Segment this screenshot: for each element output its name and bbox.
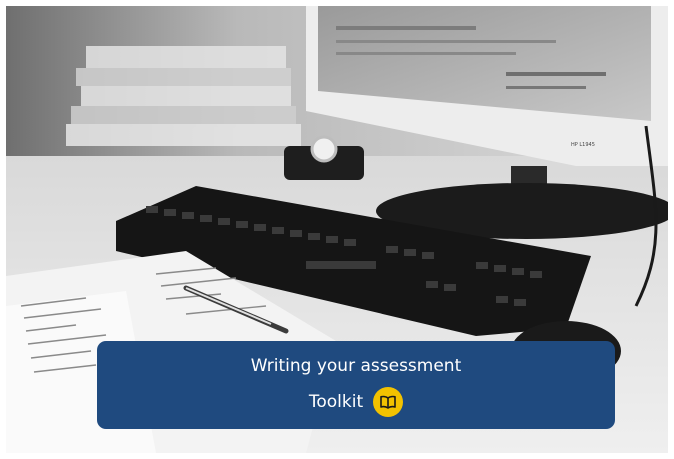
open-book-icon[interactable]: [373, 387, 404, 417]
banner-title: Writing your assessment: [250, 356, 462, 376]
paper-stack: [66, 46, 301, 146]
open-book-icon-glyph: [380, 395, 396, 409]
assessment-toolkit-banner[interactable]: Writing your assessment Toolkit: [97, 341, 615, 429]
hero-image-frame: HP L1945 Writing your assessment Toolkit: [6, 6, 668, 453]
banner-subtitle-row: Toolkit: [308, 387, 404, 417]
svg-text:HP L1945: HP L1945: [571, 142, 595, 148]
banner-subtitle: Toolkit: [308, 392, 364, 412]
